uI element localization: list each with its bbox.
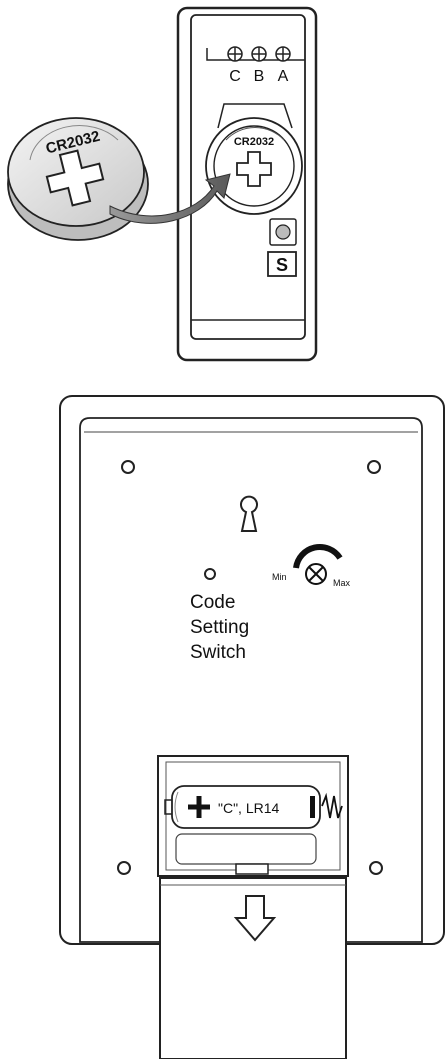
terminal-label-b: B (254, 68, 265, 85)
screw-hole-bottom-left (117, 861, 131, 875)
terminal-label-c: C (229, 68, 241, 85)
battery-minus-icon (310, 796, 315, 818)
knob-max-label: Max (333, 578, 351, 588)
battery-slot (175, 833, 317, 865)
transmitter-diagram: C B A CR2032 S CR2032 (7, 6, 318, 362)
code-switch-label-line1: Code (190, 592, 235, 613)
code-switch-label-line2: Setting (190, 617, 249, 638)
battery-label: "C", LR14 (218, 800, 280, 816)
screw-hole-top-left (121, 460, 135, 474)
screw-hole-top-right (367, 460, 381, 474)
knob-min-label: Min (272, 572, 287, 582)
code-setting-switch (204, 568, 216, 580)
terminal-screw-c (227, 46, 243, 62)
battery-installation-diagram: C B A CR2032 S CR2032 Code Setting Switc… (7, 6, 445, 1059)
code-switch-label-line3: Switch (190, 642, 246, 663)
c-battery: "C", LR14 (164, 785, 321, 829)
receiver-diagram: Code Setting Switch Min Max "C", LR14 (59, 395, 445, 1059)
switch-s-label: S (276, 255, 288, 275)
screw-hole-bottom-right (369, 861, 383, 875)
terminal-label-a: A (278, 68, 289, 85)
installed-coin-cell-label: CR2032 (234, 136, 274, 148)
terminal-screw-a (275, 46, 291, 62)
battery-cover-latch (235, 863, 269, 875)
loose-coin-cell: CR2032 (7, 117, 149, 241)
terminal-screw-b (251, 46, 267, 62)
